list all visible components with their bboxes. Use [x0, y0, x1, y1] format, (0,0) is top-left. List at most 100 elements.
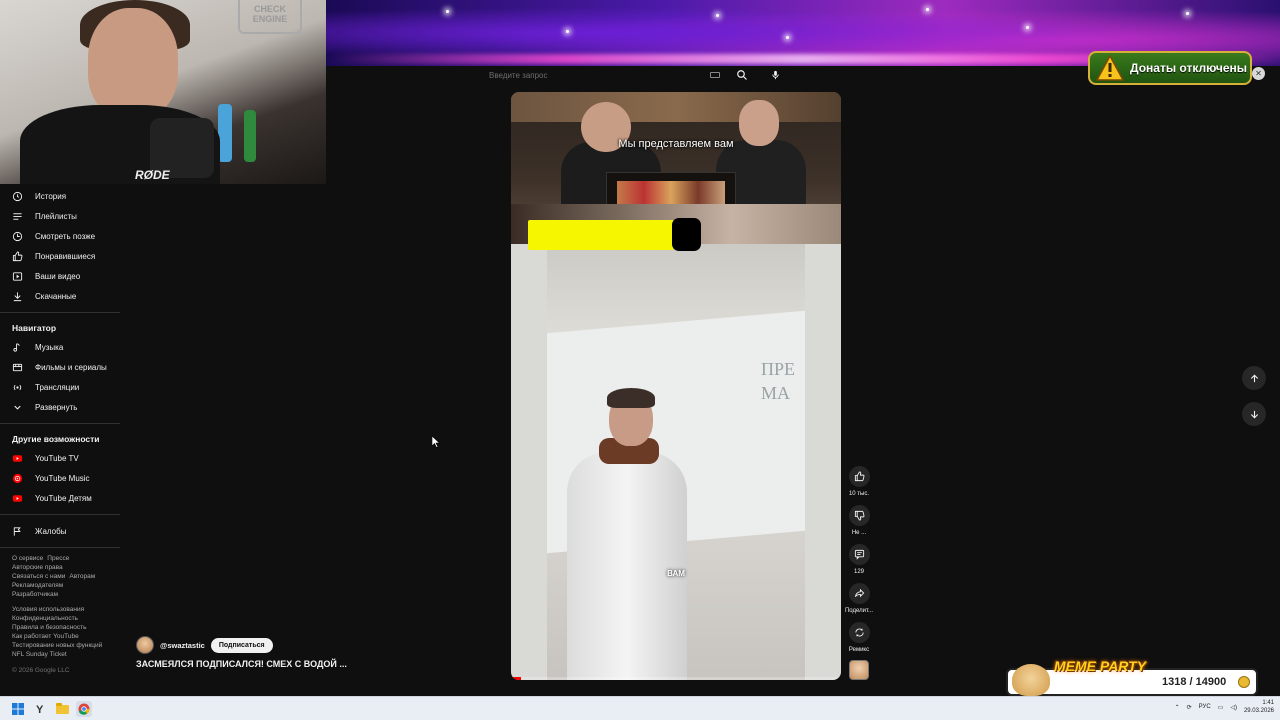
sidebar-item-label: История — [35, 191, 67, 201]
clock[interactable]: 1:41 29.03.2026 — [1244, 699, 1274, 715]
donations-disabled-badge: Донаты отключены — [1088, 51, 1252, 85]
sidebar-item-label: Плейлисты — [35, 211, 77, 221]
warning-icon — [1096, 55, 1124, 81]
search-input[interactable] — [481, 65, 710, 85]
footer-link[interactable]: Авторам — [69, 573, 95, 580]
footer-link[interactable]: Условия использования — [12, 606, 84, 613]
short-video-player[interactable]: Мы представляем вам ПРЕ МА ВАМ — [511, 92, 841, 680]
close-icon[interactable]: ✕ — [1252, 67, 1265, 80]
chevron-up-icon[interactable]: ⌃ — [1175, 704, 1180, 711]
remix-label: Ремикс — [848, 647, 870, 653]
sidebar-item-label: Смотреть позже — [35, 231, 96, 241]
share-icon — [854, 588, 864, 598]
svg-text:Y: Y — [36, 704, 44, 715]
sidebar-item-label: Скачанные — [35, 291, 77, 301]
previous-short-button[interactable] — [1242, 366, 1266, 390]
doge-icon — [1012, 664, 1050, 696]
mic-icon — [772, 70, 779, 80]
live-icon — [13, 384, 22, 390]
action-column: 10 тыс. Не ... 129 Поделит... Ремикс — [841, 466, 877, 661]
voice-search-button[interactable] — [770, 69, 781, 81]
search-icon — [737, 70, 747, 80]
your-videos-icon — [12, 271, 23, 281]
sidebar-item-label: Понравившиеся — [35, 251, 96, 261]
like-button[interactable] — [848, 466, 870, 487]
sidebar-item-your-videos[interactable]: Ваши видео — [0, 266, 122, 286]
footer-link[interactable]: Тестирование новых функций — [12, 642, 102, 649]
keyboard-icon[interactable] — [710, 72, 720, 78]
history-icon — [12, 191, 23, 201]
footer-link[interactable]: Авторские права — [12, 564, 63, 571]
volume-icon[interactable]: ◁) — [1230, 704, 1237, 711]
sidebar-item-report[interactable]: Жалобы — [0, 521, 122, 541]
sidebar-divider — [0, 514, 120, 515]
remix-button[interactable] — [848, 622, 870, 643]
comments-button[interactable] — [848, 544, 870, 565]
download-icon — [13, 291, 22, 301]
sidebar-item-watch-later[interactable]: Смотреть позже — [0, 226, 122, 246]
language-indicator[interactable]: РУС — [1199, 704, 1211, 710]
footer-link[interactable]: Прессе — [47, 555, 69, 562]
meme-party-widget: MEME PARTY 1318 / 14900 — [1002, 658, 1258, 696]
yandex-browser-icon[interactable]: Y — [32, 701, 48, 717]
sidebar-item-movies[interactable]: Фильмы и сериалы — [0, 357, 122, 377]
youtube-music-icon — [12, 473, 23, 483]
footer-link[interactable]: Связаться с нами — [12, 573, 65, 580]
sidebar-item-history[interactable]: История — [0, 186, 122, 206]
search-button[interactable] — [736, 69, 748, 81]
thumb-up-icon — [12, 250, 23, 261]
sidebar-item-music[interactable]: Музыка — [0, 337, 122, 357]
footer-link[interactable]: Как работает YouTube — [12, 633, 79, 640]
search-bar — [481, 64, 781, 86]
network-icon[interactable]: ▭ — [1218, 704, 1224, 711]
sidebar-item-youtube-kids[interactable]: YouTube Детям — [0, 488, 122, 508]
sidebar-divider — [0, 312, 120, 313]
share-button[interactable] — [848, 583, 870, 604]
youtube-tv-icon — [12, 454, 23, 462]
remix-action: Ремикс — [841, 622, 877, 661]
footer-link[interactable]: Правила и безопасность — [12, 624, 86, 631]
subscribe-button[interactable]: Подписаться — [210, 637, 273, 653]
avatar[interactable] — [136, 636, 154, 654]
video-title[interactable]: ЗАСМЕЯЛСЯ ПОДПИСАЛСЯ! СМЕХ С ВОДОЙ ... — [136, 659, 347, 669]
footer-link[interactable]: О сервисе — [12, 555, 43, 562]
sidebar-item-expand[interactable]: Развернуть — [0, 397, 122, 417]
yellow-overlay-bar — [528, 220, 674, 250]
dislike-label: Не ... — [851, 530, 867, 536]
taskbar: Y ⌃ ⟳ РУС ▭ ◁) 1:41 29.03.2026 — [0, 696, 1280, 720]
next-short-button[interactable] — [1242, 402, 1266, 426]
youtube-kids-icon — [12, 494, 23, 502]
channel-handle[interactable]: @swaztastic — [160, 641, 205, 650]
footer-link[interactable]: Конфиденциальность — [12, 615, 78, 622]
comments-action: 129 — [841, 544, 877, 583]
sidebar-item-playlists[interactable]: Плейлисты — [0, 206, 122, 226]
sidebar-item-live[interactable]: Трансляции — [0, 377, 122, 397]
thumb-down-icon — [854, 510, 864, 521]
video-progress-bar[interactable] — [511, 677, 841, 680]
sidebar-item-downloads[interactable]: Скачанные — [0, 286, 122, 306]
footer-links-secondary: Условия использования Конфиденциальность… — [0, 605, 122, 659]
windows-start-icon[interactable] — [10, 701, 26, 717]
watch-later-icon — [12, 231, 23, 241]
meme-party-counter: 1318 / 14900 — [1162, 676, 1227, 688]
sidebar-item-youtube-tv[interactable]: YouTube TV — [0, 448, 122, 468]
webcam-overlay: CHECK ENGINE RØDE — [0, 0, 326, 184]
yellow-overlay-cap — [672, 218, 701, 251]
sound-thumbnail[interactable] — [849, 660, 869, 680]
check-engine-sign: CHECK ENGINE — [238, 0, 302, 34]
dislike-button[interactable] — [848, 505, 870, 526]
footer-link[interactable]: Разработчикам — [12, 591, 58, 598]
sidebar-item-liked[interactable]: Понравившиеся — [0, 246, 122, 266]
mouse-cursor-icon — [432, 436, 440, 448]
dislike-action: Не ... — [841, 505, 877, 544]
chevron-down-icon — [14, 405, 21, 410]
sidebar-item-label: Фильмы и сериалы — [35, 362, 107, 372]
sidebar-item-label: YouTube Детям — [35, 493, 92, 503]
arrow-down-icon — [1250, 410, 1258, 418]
footer-link[interactable]: Рекламодателям — [12, 582, 63, 589]
sidebar-item-youtube-music[interactable]: YouTube Music — [0, 468, 122, 488]
chrome-icon[interactable] — [76, 700, 92, 717]
file-explorer-icon[interactable] — [54, 701, 70, 717]
footer-link[interactable]: NFL Sunday Ticket — [12, 651, 67, 658]
sync-icon[interactable]: ⟳ — [1187, 704, 1192, 711]
